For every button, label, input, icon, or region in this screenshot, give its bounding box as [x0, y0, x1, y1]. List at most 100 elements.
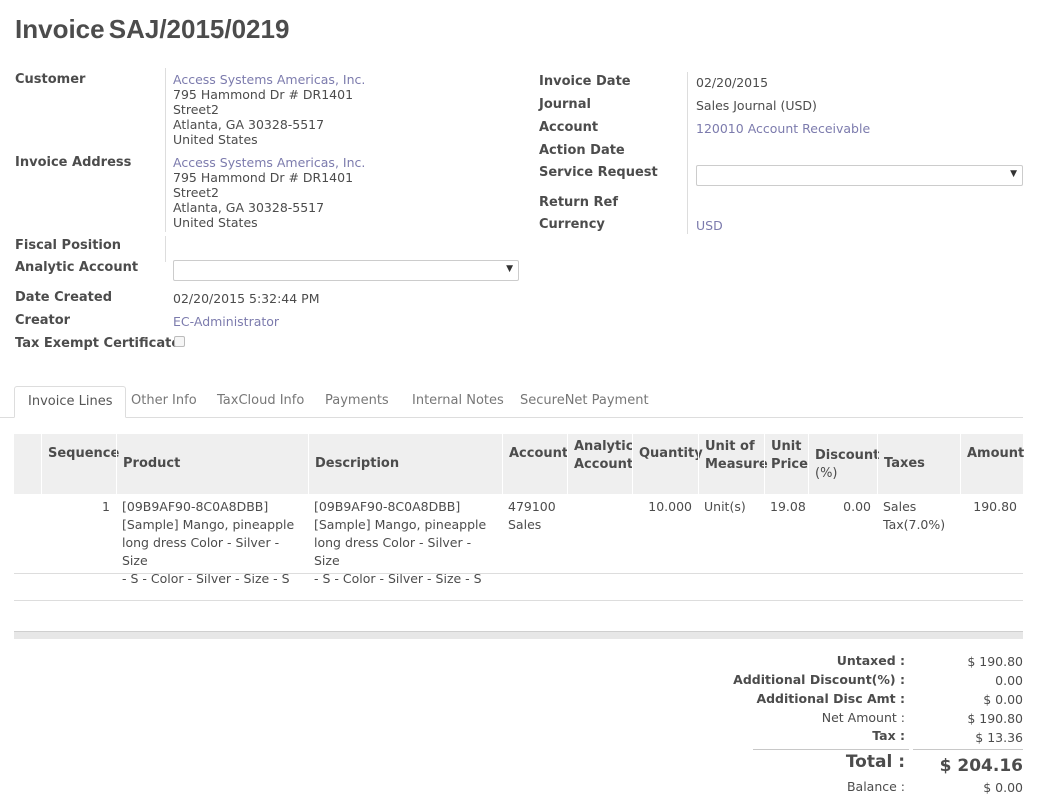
col-handle — [14, 434, 41, 494]
col-discount-label-2: (%) — [815, 466, 838, 481]
date-created-value: 02/20/2015 5:32:44 PM — [173, 291, 320, 306]
additional-disc-amt-value: $ 0.00 — [983, 692, 1023, 707]
col-product-label: Product — [123, 456, 181, 471]
net-amount-label: Net Amount : — [821, 710, 905, 725]
total-divider-right — [913, 749, 1023, 750]
col-taxes-label: Taxes — [884, 456, 925, 471]
service-request-label: Service Request — [539, 165, 658, 180]
analytic-account-select[interactable]: ▼ — [173, 260, 519, 281]
invoice-address-name-link[interactable]: Access Systems Americas, Inc. — [173, 155, 365, 170]
cell-account-line: Sales — [508, 517, 542, 532]
customer-block: Access Systems Americas, Inc. 795 Hammon… — [173, 72, 365, 147]
total-divider-left — [753, 749, 909, 750]
tax-value: $ 13.36 — [975, 730, 1023, 745]
account-link[interactable]: 120010 Account Receivable — [696, 121, 870, 136]
customer-label: Customer — [15, 72, 86, 87]
col-amount[interactable]: Amount — [960, 434, 1025, 494]
table-row[interactable]: 1 [09B9AF90-8C0A8DBB] [Sample] Mango, pi… — [14, 494, 1023, 586]
left-field-divider-2 — [165, 236, 166, 262]
cell-quantity: 10.000 — [648, 499, 692, 514]
customer-line1: 795 Hammond Dr # DR1401 — [173, 87, 354, 102]
invoice-number: SAJ/2015/0219 — [108, 14, 290, 44]
col-unit-price[interactable]: Unit Price — [764, 434, 808, 494]
chevron-down-icon: ▼ — [506, 264, 513, 274]
tax-exempt-label: Tax Exempt Certificate — [15, 336, 181, 351]
col-uom-label-2: Measure — [705, 457, 768, 472]
cell-unit-price: 19.08 — [770, 499, 806, 514]
currency-link[interactable]: USD — [696, 218, 723, 233]
tax-exempt-checkbox[interactable] — [174, 336, 185, 347]
cell-account-line: 479100 — [508, 499, 556, 514]
invoice-lines-table-header: Sequence Product Description Account Ana… — [14, 434, 1025, 494]
col-taxes[interactable]: Taxes — [877, 434, 960, 494]
tax-label: Tax : — [872, 728, 905, 743]
col-price-label-1: Unit — [771, 439, 802, 454]
right-field-divider — [687, 72, 688, 234]
cell-amount: 190.80 — [973, 499, 1017, 514]
table-footer — [14, 631, 1023, 639]
col-product[interactable]: Product — [116, 434, 308, 494]
col-quantity-label: Quantity — [639, 446, 703, 461]
col-account[interactable]: Account — [502, 434, 568, 494]
additional-disc-amt-label: Additional Disc Amt : — [756, 691, 905, 706]
cell-taxes-line: Sales — [883, 499, 917, 514]
invoice-address-block: Access Systems Americas, Inc. 795 Hammon… — [173, 155, 365, 230]
cell-product-line: long dress Color - Silver - Size — [122, 535, 280, 568]
invoice-address-line2: Street2 — [173, 185, 219, 200]
col-sequence[interactable]: Sequence — [41, 434, 120, 494]
tab-invoice-lines[interactable]: Invoice Lines — [14, 386, 127, 418]
additional-discount-pct-label: Additional Discount(%) : — [733, 672, 905, 687]
col-amount-label: Amount — [967, 446, 1025, 461]
cell-taxes: Sales Tax(7.0%) — [877, 498, 960, 534]
row-divider — [14, 573, 1023, 574]
col-discount-label-1: Discount — [815, 448, 880, 463]
invoice-date-label: Invoice Date — [539, 74, 631, 89]
col-analytic-label-1: Analytic — [574, 439, 634, 454]
cell-taxes-line: Tax(7.0%) — [883, 517, 946, 532]
col-analytic-account[interactable]: Analytic Account — [567, 434, 634, 494]
cell-product-line: [09B9AF90-8C0A8DBB] — [122, 499, 269, 514]
col-description[interactable]: Description — [308, 434, 502, 494]
additional-discount-pct-value: 0.00 — [995, 673, 1023, 688]
total-label: Total : — [845, 752, 905, 772]
net-amount-value: $ 190.80 — [967, 711, 1023, 726]
col-uom-label-1: Unit of — [705, 439, 755, 454]
customer-line3: Atlanta, GA 30328-5517 — [173, 117, 325, 132]
tab-internal-notes[interactable]: Internal Notes — [399, 386, 517, 418]
balance-value: $ 0.00 — [983, 780, 1023, 795]
tab-securenet-payment[interactable]: SecureNet Payment — [507, 386, 662, 418]
journal-value: Sales Journal (USD) — [696, 98, 817, 113]
cell-description-line: long dress Color - Silver - Size — [314, 535, 472, 568]
invoice-address-label: Invoice Address — [15, 155, 132, 170]
page-title: Invoice SAJ/2015/0219 — [15, 14, 289, 45]
customer-name-link[interactable]: Access Systems Americas, Inc. — [173, 72, 365, 87]
invoice-address-line3: Atlanta, GA 30328-5517 — [173, 200, 325, 215]
total-value: $ 204.16 — [939, 756, 1023, 776]
tab-taxcloud-info[interactable]: TaxCloud Info — [204, 386, 317, 418]
title-word: Invoice — [15, 14, 105, 44]
tab-payments[interactable]: Payments — [312, 386, 402, 418]
untaxed-value: $ 190.80 — [967, 654, 1023, 669]
creator-label: Creator — [15, 313, 71, 328]
cell-uom: Unit(s) — [704, 499, 746, 514]
col-quantity[interactable]: Quantity — [632, 434, 703, 494]
tab-other-info[interactable]: Other Info — [118, 386, 210, 418]
cell-description-line: [09B9AF90-8C0A8DBB] — [314, 499, 461, 514]
service-request-select[interactable]: ▼ — [696, 165, 1023, 186]
account-label: Account — [539, 120, 599, 135]
action-date-label: Action Date — [539, 143, 625, 158]
cell-description-line: [Sample] Mango, pineapple — [314, 517, 487, 532]
col-sequence-label: Sequence — [48, 446, 120, 461]
analytic-account-label: Analytic Account — [15, 260, 139, 275]
invoice-address-line1: 795 Hammond Dr # DR1401 — [173, 170, 354, 185]
col-discount[interactable]: Discount (%) — [808, 434, 880, 494]
empty-row-divider — [14, 600, 1023, 601]
creator-link[interactable]: EC-Administrator — [173, 314, 279, 329]
left-field-divider — [165, 68, 166, 232]
col-analytic-label-2: Account — [574, 457, 634, 472]
date-created-label: Date Created — [15, 290, 112, 305]
cell-discount: 0.00 — [843, 499, 871, 514]
col-uom[interactable]: Unit of Measure — [698, 434, 768, 494]
cell-product: [09B9AF90-8C0A8DBB] [Sample] Mango, pine… — [116, 498, 308, 588]
cell-product-line: [Sample] Mango, pineapple — [122, 517, 295, 532]
